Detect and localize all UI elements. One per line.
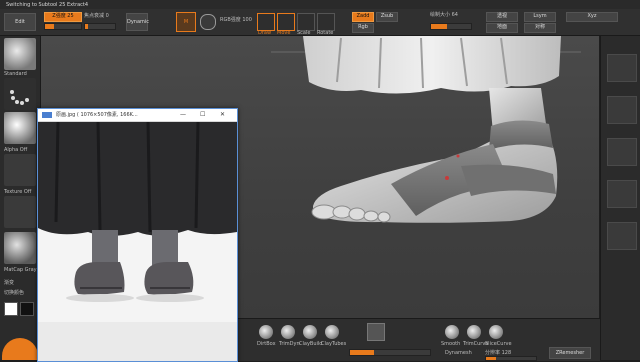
status-text: Switching to Subtool 25 Extract4 bbox=[6, 2, 89, 8]
trimdyn-brush-icon[interactable] bbox=[281, 325, 295, 339]
right-tool-button-2[interactable] bbox=[607, 96, 637, 124]
symmetry-button[interactable]: 对称 bbox=[524, 23, 556, 33]
right-tool-button-5[interactable] bbox=[607, 222, 637, 250]
secondary-color-swatch[interactable] bbox=[20, 302, 34, 316]
left-shelf: Standard Alpha Off Texture Off MatCap Gr… bbox=[0, 36, 41, 360]
resolution-slider[interactable] bbox=[485, 356, 537, 361]
draw-mode-icon[interactable] bbox=[257, 13, 275, 31]
orange-ball-icon[interactable] bbox=[2, 338, 38, 360]
dynamic-button[interactable]: Dynamic bbox=[126, 13, 149, 31]
smooth-brush-icon[interactable] bbox=[445, 325, 459, 339]
title-bar: Switching to Subtool 25 Extract4 bbox=[0, 0, 640, 9]
concept-art-image bbox=[38, 122, 237, 361]
lsym-button[interactable]: Lsym bbox=[524, 12, 556, 22]
rgb-button[interactable]: Rgb bbox=[352, 23, 374, 33]
rotate-mode-icon[interactable] bbox=[317, 13, 335, 31]
z-intensity-button[interactable]: Z强度 25 bbox=[44, 12, 82, 22]
m-button[interactable]: M bbox=[176, 12, 196, 32]
z-intensity-slider[interactable] bbox=[44, 23, 82, 30]
alpha-label: Alpha Off bbox=[4, 147, 28, 153]
texture-preview-icon[interactable] bbox=[367, 323, 385, 341]
focal-shift-label: 焦点衰减 0 bbox=[84, 13, 109, 19]
bottom-item-7: SliceCurve bbox=[485, 341, 512, 347]
bottom-item-2: TrimDyn bbox=[279, 341, 300, 347]
texture-label: Texture Off bbox=[4, 189, 32, 195]
edit-button[interactable]: Edit bbox=[4, 13, 36, 31]
xyz-button[interactable]: Xyz bbox=[566, 12, 618, 22]
bottom-slider-1[interactable] bbox=[349, 349, 431, 356]
minimize-button[interactable]: — bbox=[180, 111, 186, 118]
color-swatch-icon[interactable] bbox=[4, 196, 36, 228]
bottom-item-5: Smooth bbox=[441, 341, 461, 347]
bottom-item-1: DirtBox bbox=[257, 341, 276, 347]
viewer-title: 原画.jpg ( 1076×507像素, 166K... bbox=[56, 112, 138, 118]
stroke-icon[interactable] bbox=[4, 78, 36, 110]
right-tool-button-4[interactable] bbox=[607, 180, 637, 208]
top-toolbar: Edit Z强度 25 焦点衰减 0 Dynamic M RGB强度 100 D… bbox=[0, 9, 640, 36]
slicecurve-brush-icon[interactable] bbox=[489, 325, 503, 339]
zsub-button[interactable]: Zsub bbox=[376, 12, 398, 22]
bottom-item-3: ClayBuild bbox=[299, 341, 323, 347]
trimcurve-brush-icon[interactable] bbox=[467, 325, 481, 339]
image-viewer-window[interactable]: 原画.jpg ( 1076×507像素, 166K... — ☐ ✕ bbox=[37, 108, 238, 362]
zadd-button[interactable]: Zadd bbox=[352, 12, 374, 22]
maximize-button[interactable]: ☐ bbox=[200, 111, 205, 118]
material-sphere-icon[interactable] bbox=[200, 14, 216, 30]
material-icon[interactable] bbox=[4, 232, 36, 264]
bottom-item-4: ClayTubes bbox=[321, 341, 347, 347]
brush-label: Standard bbox=[4, 71, 27, 77]
brush-icon[interactable] bbox=[4, 38, 36, 70]
claybuild-brush-icon[interactable] bbox=[303, 325, 317, 339]
right-shelf bbox=[600, 36, 640, 360]
scale-mode-icon[interactable] bbox=[297, 13, 315, 31]
viewer-title-bar[interactable]: 原画.jpg ( 1076×507像素, 166K... — ☐ ✕ bbox=[38, 109, 237, 122]
viewer-app-icon bbox=[42, 112, 52, 118]
right-tool-button-3[interactable] bbox=[607, 138, 637, 166]
dirtbox-brush-icon[interactable] bbox=[259, 325, 273, 339]
claytubes-brush-icon[interactable] bbox=[325, 325, 339, 339]
zremesher-button[interactable]: ZRemesher bbox=[549, 347, 591, 359]
draw-size-slider[interactable] bbox=[430, 23, 472, 30]
switch-color-label: 切换颜色 bbox=[4, 290, 25, 296]
alpha-icon[interactable] bbox=[4, 112, 36, 144]
focal-shift-slider[interactable] bbox=[84, 23, 116, 30]
dynamesh-label: Dynamesh bbox=[445, 350, 472, 356]
draw-size-label: 绘制大小 64 bbox=[430, 12, 458, 18]
rgb-intensity-label: RGB强度 100 bbox=[220, 17, 252, 23]
close-button[interactable]: ✕ bbox=[220, 111, 225, 118]
move-mode-icon[interactable] bbox=[277, 13, 295, 31]
gradient-label: 渐变 bbox=[4, 280, 15, 286]
texture-icon[interactable] bbox=[4, 154, 36, 186]
persp-button[interactable]: 透视 bbox=[486, 12, 518, 22]
right-tool-button-1[interactable] bbox=[607, 54, 637, 82]
material-label: MatCap Gray bbox=[4, 267, 37, 273]
floor-button[interactable]: 地面 bbox=[486, 23, 518, 33]
main-color-swatch[interactable] bbox=[4, 302, 18, 316]
